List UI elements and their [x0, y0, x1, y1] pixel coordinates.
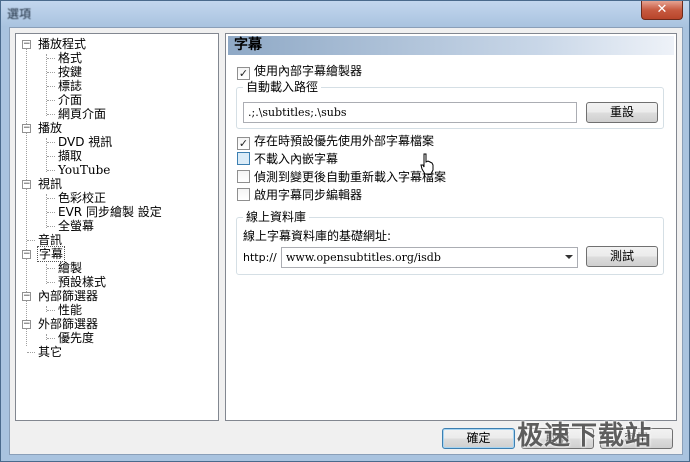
checkbox-label: 使用內部字幕繪製器 — [254, 64, 363, 78]
tree-item-player[interactable]: 播放程式 — [38, 37, 86, 51]
tree-item-evr-sync[interactable]: EVR 同步繪製 設定 — [58, 205, 162, 219]
tree-item-subtitles[interactable]: 字幕 — [36, 246, 66, 262]
options-window: 選項 ✕ − 播放程式 格式 按鍵 標誌 介面 網頁介面 − 播放 DVD 視訊… — [0, 0, 690, 462]
tree-connector — [46, 334, 47, 340]
tree-connector — [46, 54, 47, 116]
tree-connector — [46, 264, 47, 284]
group-title: 自動載入路徑 — [243, 80, 322, 94]
tree-item-audio[interactable]: 音訊 — [38, 233, 62, 247]
tree-connector — [46, 306, 47, 312]
sync-editor-option[interactable]: 啟用字幕同步編輯器 — [237, 187, 362, 203]
dialog-body: − 播放程式 格式 按鍵 標誌 介面 網頁介面 − 播放 DVD 視訊 擷取 Y… — [9, 27, 683, 455]
tree-item-priority[interactable]: 優先度 — [58, 331, 94, 345]
collapse-icon[interactable]: − — [22, 292, 31, 301]
watermark-logo: 极速下载站 — [517, 421, 653, 451]
tree-item-youtube[interactable]: YouTube — [58, 163, 110, 177]
tree-connector — [46, 194, 47, 228]
options-tree: − 播放程式 格式 按鍵 標誌 介面 網頁介面 − 播放 DVD 視訊 擷取 Y… — [15, 33, 219, 421]
collapse-icon[interactable]: − — [22, 124, 31, 133]
tree-item-web-interface[interactable]: 網頁介面 — [58, 107, 106, 121]
tree-item-logo[interactable]: 標誌 — [58, 79, 82, 93]
collapse-icon[interactable]: − — [22, 40, 31, 49]
tree-item-video[interactable]: 視訊 — [38, 177, 62, 191]
hand-cursor-icon — [420, 153, 434, 175]
reset-button[interactable]: 重設 — [586, 102, 658, 123]
tree-item-rendering[interactable]: 繪製 — [58, 261, 82, 275]
window-title: 選項 — [7, 7, 32, 21]
checkbox-label: 啟用字幕同步編輯器 — [254, 188, 363, 202]
tree-item-interface[interactable]: 介面 — [58, 93, 82, 107]
database-url-combobox[interactable]: www.opensubtitles.org/isdb — [281, 247, 578, 268]
base-url-label: 線上字幕資料庫的基礎網址: — [243, 229, 392, 243]
auto-reload-checkbox[interactable] — [237, 170, 250, 183]
collapse-icon[interactable]: − — [22, 180, 31, 189]
tree-item-internal-filters[interactable]: 內部篩選器 — [38, 289, 98, 303]
autoload-path-group: 自動載入路徑 .;.\subtitles;.\subs 重設 — [236, 80, 664, 129]
checkbox-label: 不載入內嵌字幕 — [254, 152, 339, 166]
tree-item-color-correction[interactable]: 色彩校正 — [58, 191, 106, 205]
group-title: 線上資料庫 — [243, 210, 310, 224]
test-button[interactable]: 測試 — [586, 246, 658, 267]
tree-item-formats[interactable]: 格式 — [58, 51, 82, 65]
sync-editor-checkbox[interactable] — [237, 188, 250, 201]
settings-panel: 字幕 ✓ 使用內部字幕繪製器 自動載入路徑 .;.\subtitles;.\sub… — [225, 33, 677, 421]
chevron-down-icon[interactable] — [565, 255, 573, 259]
use-internal-renderer-checkbox[interactable]: ✓ — [237, 67, 250, 80]
ok-button[interactable]: 確定 — [442, 428, 515, 449]
no-embedded-checkbox[interactable] — [237, 152, 250, 165]
database-url-value: www.opensubtitles.org/isdb — [286, 251, 441, 264]
use-internal-renderer-option[interactable]: ✓ 使用內部字幕繪製器 — [237, 63, 363, 80]
page-title: 字幕 — [228, 36, 674, 55]
tree-item-external-filters[interactable]: 外部篩選器 — [38, 317, 98, 331]
tree-item-capture[interactable]: 擷取 — [58, 149, 82, 163]
no-embedded-option[interactable]: 不載入內嵌字幕 — [237, 151, 338, 167]
prefer-external-checkbox[interactable]: ✓ — [237, 137, 250, 150]
tree-item-dvd[interactable]: DVD 視訊 — [58, 135, 112, 149]
tree-item-default-style[interactable]: 預設樣式 — [58, 275, 106, 289]
tree-item-keys[interactable]: 按鍵 — [58, 65, 82, 79]
tree-connector — [46, 138, 47, 172]
collapse-icon[interactable]: − — [22, 250, 31, 259]
tree-item-playback[interactable]: 播放 — [38, 121, 62, 135]
prefer-external-option[interactable]: ✓ 存在時預設優先使用外部字幕檔案 — [237, 133, 435, 150]
tree-item-misc[interactable]: 其它 — [38, 345, 62, 359]
title-bar[interactable]: 選項 ✕ — [1, 1, 689, 27]
autoload-path-input[interactable]: .;.\subtitles;.\subs — [243, 102, 577, 123]
tree-connector — [26, 46, 27, 346]
tree-item-performance[interactable]: 性能 — [58, 303, 82, 317]
close-icon[interactable]: ✕ — [641, 1, 683, 20]
checkbox-label: 存在時預設優先使用外部字幕檔案 — [254, 134, 435, 148]
auto-reload-option[interactable]: 偵測到變更後自動重新載入字幕檔案 — [237, 169, 446, 185]
tree-item-fullscreen[interactable]: 全螢幕 — [58, 219, 94, 233]
url-scheme-label: http:// — [243, 251, 277, 264]
checkbox-label: 偵測到變更後自動重新載入字幕檔案 — [254, 170, 447, 184]
online-database-group: 線上資料庫 線上字幕資料庫的基礎網址: http:// www.opensubt… — [236, 210, 664, 275]
collapse-icon[interactable]: − — [22, 320, 31, 329]
